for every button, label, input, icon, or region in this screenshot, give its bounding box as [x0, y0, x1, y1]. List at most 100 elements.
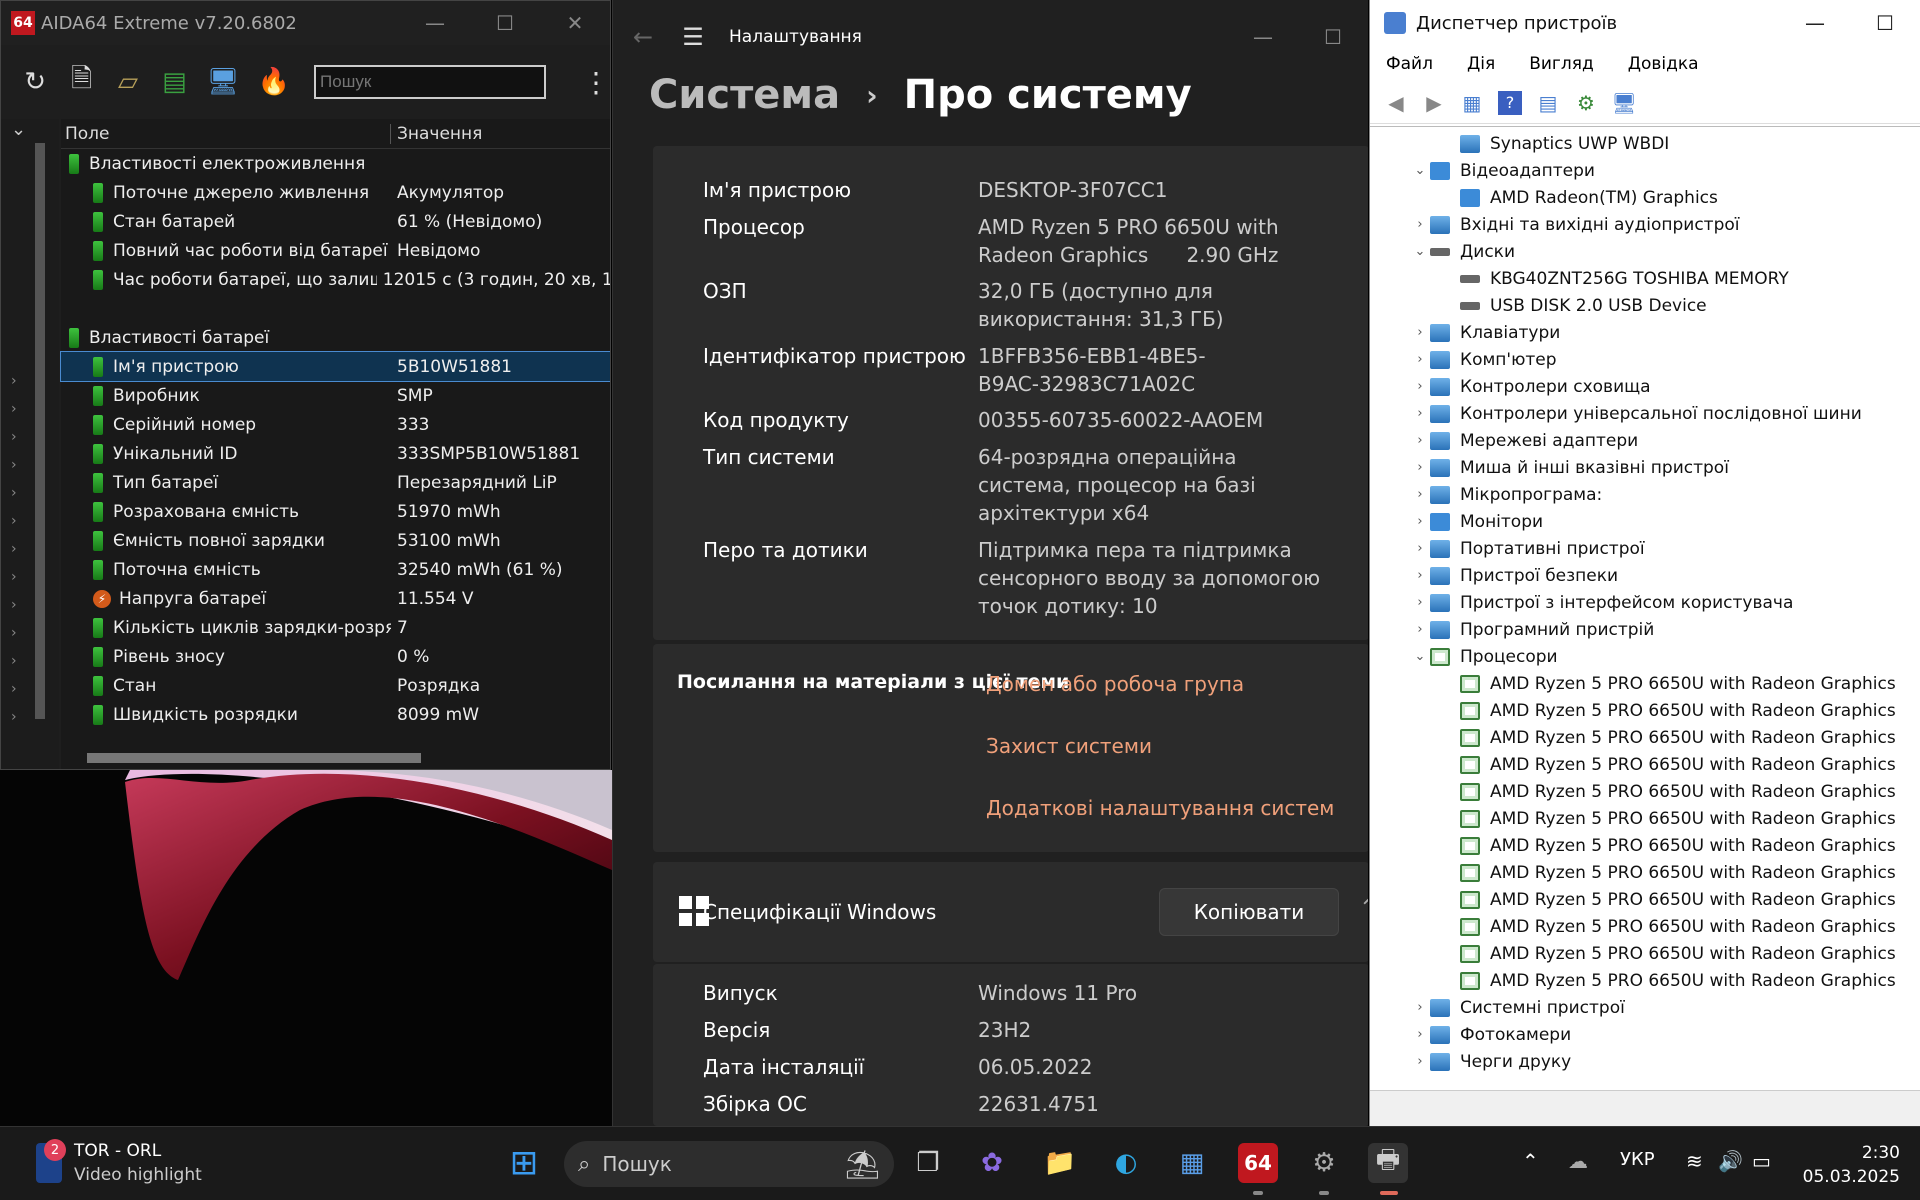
flame-icon[interactable]: 🔥 [258, 65, 290, 99]
refresh-icon[interactable]: ↻ [21, 65, 49, 99]
grid-row[interactable]: Кількість циклів зарядки-розря... 7 [61, 613, 610, 642]
tree-node[interactable]: AMD Radeon(TM) Graphics [1370, 184, 1920, 211]
computer-icon[interactable]: 🖥 [207, 65, 240, 99]
tree-node[interactable]: › Контролери універсальної послідовної ши… [1370, 400, 1920, 427]
taskbar-search-box[interactable]: ⌕ Пошук ⛱ [564, 1141, 894, 1187]
tree-node[interactable]: › Фотокамери [1370, 1021, 1920, 1048]
chevron-right-icon[interactable]: › [11, 569, 17, 585]
chevron-right-icon[interactable]: › [11, 681, 17, 697]
monitor-icon[interactable]: 🖥 [1611, 91, 1636, 115]
tree-node[interactable]: › Черги друку [1370, 1048, 1920, 1075]
tree-node[interactable]: AMD Ryzen 5 PRO 6650U with Radeon Graphi… [1370, 913, 1920, 940]
chevron-right-icon[interactable]: › [11, 541, 17, 557]
report-icon[interactable]: 🗎 [67, 64, 95, 99]
chevron-right-icon[interactable]: › [1410, 379, 1430, 394]
grid-section-row[interactable]: Властивості батареї [61, 323, 610, 352]
tree-node[interactable]: KBG40ZNT256G TOSHIBA MEMORY [1370, 265, 1920, 292]
nav-scrollbar[interactable] [35, 143, 45, 719]
tree-node[interactable]: › Мережеві адаптери [1370, 427, 1920, 454]
tree-node[interactable]: ⌄ Відеоадаптери [1370, 157, 1920, 184]
tree-node[interactable]: AMD Ryzen 5 PRO 6650U with Radeon Graphi… [1370, 778, 1920, 805]
chevron-right-icon[interactable]: › [11, 597, 17, 613]
chevron-right-icon[interactable]: › [1410, 541, 1430, 556]
hamburger-menu-icon[interactable]: ☰ [673, 23, 713, 51]
chevron-right-icon[interactable]: › [1410, 325, 1430, 340]
tree-node[interactable]: › Портативні пристрої [1370, 535, 1920, 562]
chevron-right-icon[interactable]: › [11, 625, 17, 641]
tree-node[interactable]: › Клавіатури [1370, 319, 1920, 346]
chevron-right-icon[interactable]: › [11, 373, 17, 389]
chevron-right-icon[interactable]: › [1410, 568, 1430, 583]
task-view-icon[interactable]: ❐ [908, 1143, 948, 1183]
tree-node[interactable]: AMD Ryzen 5 PRO 6650U with Radeon Graphi… [1370, 670, 1920, 697]
chevron-up-icon[interactable]: ⌃ [1359, 896, 1368, 921]
tree-node[interactable]: AMD Ryzen 5 PRO 6650U with Radeon Graphi… [1370, 967, 1920, 994]
motherboard-icon[interactable]: ▱ [114, 65, 142, 99]
chevron-right-icon[interactable]: › [11, 513, 17, 529]
grid-row[interactable]: Рівень зносу 0 % [61, 642, 610, 671]
tree-node[interactable]: AMD Ryzen 5 PRO 6650U with Radeon Graphi… [1370, 724, 1920, 751]
link-domain-workgroup[interactable]: Домен або робоча група [986, 672, 1244, 696]
chevron-right-icon[interactable]: › [11, 401, 17, 417]
tree-node[interactable]: › Контролери сховища [1370, 373, 1920, 400]
chevron-right-icon[interactable]: › [1410, 460, 1430, 475]
battery-icon[interactable]: ▭ [1752, 1149, 1771, 1173]
microsoft-store-icon[interactable]: ▦ [1172, 1143, 1212, 1183]
news-widget[interactable]: 2 TOR - ORL Video highlight [36, 1139, 202, 1187]
minimize-button[interactable]: — [1228, 25, 1298, 49]
start-button[interactable]: ⊞ [504, 1143, 544, 1183]
aida64-taskbar-icon[interactable]: 64 [1238, 1143, 1278, 1183]
chevron-right-icon[interactable]: › [1410, 217, 1430, 232]
chevron-down-icon[interactable]: ⌄ [1410, 244, 1430, 259]
tree-node[interactable]: › Пристрої з інтерфейсом користувача [1370, 589, 1920, 616]
chevron-right-icon[interactable]: › [1410, 595, 1430, 610]
language-indicator[interactable]: УКР [1620, 1149, 1655, 1170]
tree-node[interactable]: AMD Ryzen 5 PRO 6650U with Radeon Graphi… [1370, 697, 1920, 724]
tree-node[interactable]: AMD Ryzen 5 PRO 6650U with Radeon Graphi… [1370, 832, 1920, 859]
volume-icon[interactable]: 🔊 [1718, 1149, 1743, 1173]
tree-node[interactable]: USB DISK 2.0 USB Device [1370, 292, 1920, 319]
scan-hardware-icon[interactable]: ⚙ [1574, 91, 1598, 115]
help-icon[interactable]: ? [1498, 90, 1522, 115]
grid-row[interactable]: Серійний номер 333 [61, 410, 610, 439]
tree-node[interactable]: Synaptics UWP WBDI [1370, 130, 1920, 157]
link-system-protection[interactable]: Захист системи [986, 734, 1152, 758]
chevron-right-icon[interactable]: › [1410, 622, 1430, 637]
link-advanced-system-settings[interactable]: Додаткові налаштування систем [986, 796, 1334, 820]
forward-arrow-icon[interactable]: ▶ [1422, 91, 1446, 115]
tree-node[interactable]: › Пристрої безпеки [1370, 562, 1920, 589]
more-menu-icon[interactable]: ⋮ [582, 66, 610, 99]
grid-row[interactable]: Поточна ємність 32540 mWh (61 %) [61, 555, 610, 584]
menu-view[interactable]: Вигляд [1529, 54, 1594, 74]
grid-row[interactable]: Розрахована ємність 51970 mWh [61, 497, 610, 526]
tree-node[interactable]: › Миша й інші вказівні пристрої [1370, 454, 1920, 481]
memory-icon[interactable]: ▤ [160, 65, 188, 99]
grid-row[interactable]: Стан Розрядка [61, 671, 610, 700]
menu-help[interactable]: Довідка [1628, 54, 1699, 74]
tree-node[interactable]: AMD Ryzen 5 PRO 6650U with Radeon Graphi… [1370, 940, 1920, 967]
minimize-button[interactable]: — [400, 11, 470, 35]
minimize-button[interactable]: — [1780, 11, 1850, 35]
chevron-right-icon[interactable]: › [1410, 352, 1430, 367]
chevron-down-icon[interactable]: ⌄ [11, 119, 26, 140]
settings-gear-icon[interactable]: ⚙ [1304, 1143, 1344, 1183]
menu-file[interactable]: Файл [1386, 54, 1433, 74]
maximize-button[interactable]: ☐ [470, 11, 540, 35]
wifi-icon[interactable]: ≋ [1686, 1149, 1703, 1173]
properties-icon[interactable]: ▦ [1460, 91, 1484, 115]
grid-row[interactable]: Виробник SMP [61, 381, 610, 410]
update-driver-icon[interactable]: ▤ [1536, 91, 1560, 115]
chevron-right-icon[interactable]: › [1410, 1054, 1430, 1069]
aida-search-input[interactable] [314, 65, 547, 99]
grid-row[interactable]: Унікальний ID 333SMP5B10W51881 [61, 439, 610, 468]
chevron-right-icon[interactable]: › [1410, 406, 1430, 421]
chevron-right-icon[interactable]: › [1410, 514, 1430, 529]
breadcrumb-system[interactable]: Система [649, 72, 840, 118]
chevron-right-icon[interactable]: › [11, 457, 17, 473]
grid-row[interactable]: Стан батарей 61 % (Невідомо) [61, 207, 610, 236]
column-header-field[interactable]: Поле [61, 123, 391, 144]
cloud-off-icon[interactable]: ☁ [1568, 1149, 1588, 1173]
maximize-button[interactable]: ☐ [1298, 25, 1368, 49]
grid-row[interactable]: Повний час роботи від батареї Невідомо [61, 236, 610, 265]
chevron-right-icon[interactable]: › [1410, 1027, 1430, 1042]
